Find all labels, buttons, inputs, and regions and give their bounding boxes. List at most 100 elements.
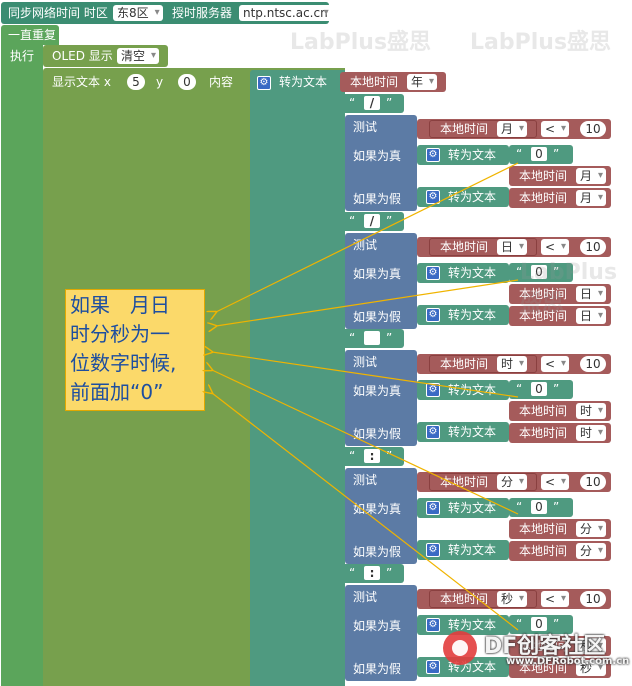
ternary-block[interactable]: 测试 如果为真 如果为假: [345, 233, 417, 329]
separator-value[interactable]: :: [364, 566, 380, 580]
time-unit-dropdown[interactable]: 月: [576, 190, 607, 206]
gear-icon[interactable]: ⚙: [426, 543, 440, 557]
oled-mode-dropdown[interactable]: 清空: [117, 48, 160, 64]
local-time-block[interactable]: 本地时间月: [509, 166, 611, 186]
gear-icon[interactable]: ⚙: [426, 383, 440, 397]
true-to-text-block[interactable]: ⚙ 转为文本: [417, 263, 509, 283]
ternary-block[interactable]: 测试 如果为真 如果为假: [345, 468, 417, 564]
compare-block[interactable]: 本地时间秒<10: [417, 589, 611, 609]
operator-dropdown[interactable]: <: [541, 121, 570, 137]
if-true-label: 如果为真: [353, 149, 402, 163]
separator-value[interactable]: :: [364, 449, 380, 463]
gear-icon[interactable]: ⚙: [257, 76, 271, 90]
ternary-block[interactable]: 测试 如果为真 如果为假: [345, 350, 417, 446]
time-unit-dropdown[interactable]: 日: [497, 239, 528, 255]
operator-dropdown[interactable]: <: [541, 239, 570, 255]
ternary-block[interactable]: 测试 如果为真 如果为假: [345, 585, 417, 681]
oled-display-block[interactable]: OLED 显示 清空: [43, 45, 168, 67]
false-to-text-block[interactable]: ⚙ 转为文本: [417, 187, 509, 207]
zero-text-block[interactable]: “ 0 ”: [509, 145, 573, 164]
time-unit-dropdown[interactable]: 时: [576, 425, 607, 441]
gear-icon[interactable]: ⚙: [426, 190, 440, 204]
zero-text-block[interactable]: “ 0 ”: [509, 380, 573, 399]
local-time-block[interactable]: 本地时间时: [509, 423, 611, 443]
local-time-block[interactable]: 本地时间分: [509, 519, 611, 539]
time-unit-dropdown[interactable]: 秒: [497, 591, 528, 607]
close-quote: ”: [386, 331, 393, 345]
year-unit-dropdown[interactable]: 年: [407, 74, 438, 90]
separator-value[interactable]: [364, 331, 380, 345]
compare-block[interactable]: 本地时间时<10: [417, 354, 611, 374]
y-label: y: [156, 75, 164, 89]
gear-icon[interactable]: ⚙: [426, 148, 440, 162]
compare-number-input[interactable]: 10: [580, 121, 606, 137]
local-time-block[interactable]: 本地时间时: [509, 401, 611, 421]
close-quote: ”: [553, 147, 560, 161]
operator-dropdown[interactable]: <: [541, 356, 570, 372]
separator-text-block[interactable]: “ / ”: [340, 212, 404, 231]
local-time-block[interactable]: 本地时间分: [509, 541, 611, 561]
separator-value[interactable]: /: [364, 96, 380, 110]
compare-number-input[interactable]: 10: [580, 356, 606, 372]
to-text-label: 转为文本: [448, 501, 497, 515]
local-time-block[interactable]: 本地时间月: [509, 188, 611, 208]
to-text-label: 转为文本: [448, 425, 497, 439]
false-to-text-block[interactable]: ⚙ 转为文本: [417, 422, 509, 442]
operator-dropdown[interactable]: <: [541, 474, 570, 490]
zero-value[interactable]: 0: [531, 147, 547, 161]
time-unit-dropdown[interactable]: 时: [576, 403, 607, 419]
separator-text-block[interactable]: “ ”: [340, 329, 404, 348]
local-time-block[interactable]: 本地时间秒: [429, 590, 537, 608]
time-unit-dropdown[interactable]: 月: [576, 168, 607, 184]
watermark-logo-icon: [443, 631, 477, 665]
y-number-input[interactable]: 0: [178, 74, 196, 90]
ntp-server-input[interactable]: ntp.ntsc.ac.cn: [239, 5, 332, 21]
compare-number-input[interactable]: 10: [580, 591, 606, 607]
operator-dropdown[interactable]: <: [541, 591, 570, 607]
timezone-dropdown[interactable]: 东8区: [113, 5, 163, 21]
compare-number-input[interactable]: 10: [580, 474, 606, 490]
local-time-label: 本地时间: [440, 592, 489, 606]
separator-text-block[interactable]: “: ”: [340, 447, 404, 466]
x-number-input[interactable]: 5: [127, 74, 145, 90]
compare-block[interactable]: 本地时间日<10: [417, 237, 611, 257]
forever-loop-block[interactable]: 一直重复: [1, 25, 59, 45]
time-unit-dropdown[interactable]: 分: [497, 474, 528, 490]
local-time-block[interactable]: 本地时间时: [429, 355, 537, 373]
test-label: 测试: [353, 590, 378, 604]
gear-icon[interactable]: ⚙: [426, 266, 440, 280]
local-time-year-block[interactable]: 本地时间 年: [340, 72, 446, 92]
separator-value[interactable]: /: [364, 214, 380, 228]
local-time-block[interactable]: 本地时间月: [429, 120, 537, 138]
true-to-text-block[interactable]: ⚙ 转为文本: [417, 380, 509, 400]
true-to-text-block[interactable]: ⚙ 转为文本: [417, 498, 509, 518]
zero-value[interactable]: 0: [531, 382, 547, 396]
open-quote: “: [516, 500, 523, 514]
false-to-text-block[interactable]: ⚙ 转为文本: [417, 540, 509, 560]
annotation-line: 前面加“0”: [70, 380, 164, 404]
time-unit-dropdown[interactable]: 分: [576, 521, 607, 537]
time-unit-dropdown[interactable]: 月: [497, 121, 528, 137]
gear-icon[interactable]: ⚙: [426, 425, 440, 439]
gear-icon[interactable]: ⚙: [426, 501, 440, 515]
compare-block[interactable]: 本地时间分<10: [417, 472, 611, 492]
ternary-block[interactable]: 测试 如果为真 如果为假: [345, 115, 417, 211]
ntp-sync-block[interactable]: 同步网络时间 时区 东8区 授时服务器 ntp.ntsc.ac.cn: [1, 2, 332, 24]
compare-block[interactable]: 本地时间月<10: [417, 119, 611, 139]
compare-number-input[interactable]: 10: [580, 239, 606, 255]
local-time-block[interactable]: 本地时间日: [429, 238, 537, 256]
close-quote: ”: [386, 214, 393, 228]
local-time-label: 本地时间: [519, 404, 568, 418]
to-text-block[interactable]: ⚙ 转为文本: [250, 70, 345, 686]
gear-icon[interactable]: ⚙: [426, 308, 440, 322]
time-unit-dropdown[interactable]: 时: [497, 356, 528, 372]
separator-text-block[interactable]: “: ”: [340, 564, 404, 583]
zero-text-block[interactable]: “ 0 ”: [509, 498, 573, 517]
separator-text-block[interactable]: “ / ”: [340, 94, 404, 113]
true-to-text-block[interactable]: ⚙ 转为文本: [417, 145, 509, 165]
to-text-label: 转为文本: [448, 148, 497, 162]
time-unit-dropdown[interactable]: 分: [576, 543, 607, 559]
zero-value[interactable]: 0: [531, 500, 547, 514]
local-time-block[interactable]: 本地时间分: [429, 473, 537, 491]
false-to-text-block[interactable]: ⚙ 转为文本: [417, 305, 509, 325]
